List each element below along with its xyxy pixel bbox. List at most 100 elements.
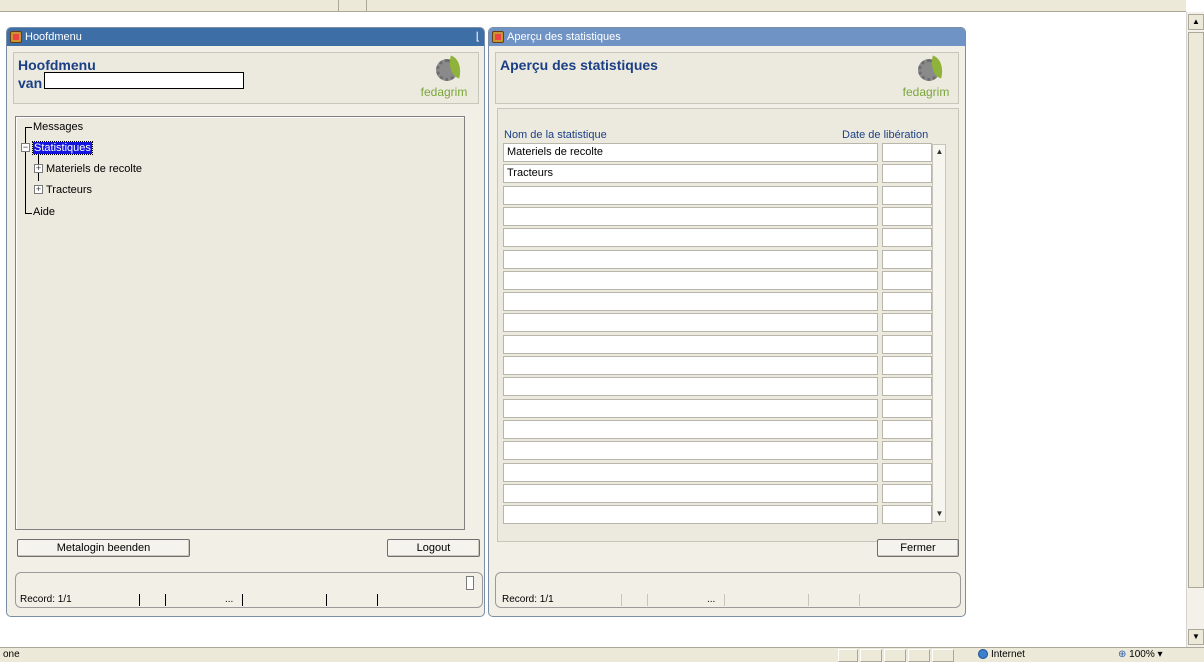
statistics-header: Aperçu des statistiques fedagrim bbox=[495, 52, 959, 104]
stat-name-cell[interactable] bbox=[503, 207, 878, 226]
page-scrollbar[interactable]: ▲ ▼ bbox=[1186, 12, 1204, 647]
stat-date-cell[interactable] bbox=[882, 313, 932, 332]
stat-date-cell[interactable] bbox=[882, 186, 932, 205]
strip-separator bbox=[366, 0, 367, 12]
status-cell bbox=[908, 649, 930, 662]
status-cell bbox=[932, 649, 954, 662]
stat-name-cell[interactable]: Tracteurs bbox=[503, 164, 878, 183]
app-icon bbox=[10, 31, 22, 43]
record-separator bbox=[165, 594, 166, 606]
stat-date-cell[interactable] bbox=[882, 250, 932, 269]
tree-line bbox=[25, 127, 26, 213]
strip-separator bbox=[338, 0, 339, 12]
stat-date-cell[interactable] bbox=[882, 143, 932, 162]
zoom-icon: ⊕ bbox=[1118, 649, 1127, 660]
tree-node-statistiques[interactable]: Statistiques bbox=[32, 141, 93, 155]
tree-node-aide[interactable]: Aide bbox=[33, 206, 55, 218]
scroll-up-icon[interactable]: ▲ bbox=[1188, 14, 1204, 30]
stat-date-cell[interactable] bbox=[882, 441, 932, 460]
menu-tree: Messages − Statistiques + Materiels de r… bbox=[15, 116, 465, 530]
stat-name-cell[interactable] bbox=[503, 335, 878, 354]
stat-name-cell[interactable] bbox=[503, 271, 878, 290]
stat-name-cell[interactable] bbox=[503, 463, 878, 482]
fedagrim-logo: fedagrim bbox=[414, 55, 474, 101]
record-field[interactable] bbox=[466, 576, 474, 590]
stat-date-cell[interactable] bbox=[882, 207, 932, 226]
zoom-level: 100% bbox=[1129, 649, 1155, 660]
stat-name-cell[interactable] bbox=[503, 356, 878, 375]
record-separator bbox=[647, 594, 648, 606]
stat-name-cell[interactable] bbox=[503, 484, 878, 503]
user-name-box bbox=[44, 72, 244, 89]
stat-date-cell[interactable] bbox=[882, 463, 932, 482]
tree-label: Materiels de recolte bbox=[46, 163, 142, 175]
stat-name-cell[interactable] bbox=[503, 250, 878, 269]
record-indicator: Record: 1/1 bbox=[20, 594, 72, 605]
metalogin-end-button[interactable]: Metalogin beenden bbox=[17, 539, 190, 557]
stat-date-cell[interactable] bbox=[882, 228, 932, 247]
scroll-up-icon[interactable]: ▲ bbox=[934, 146, 945, 158]
stat-name-cell[interactable]: Materiels de recolte bbox=[503, 143, 878, 162]
logout-button[interactable]: Logout bbox=[387, 539, 480, 557]
stat-name-cell[interactable] bbox=[503, 228, 878, 247]
tree-label: Aide bbox=[33, 206, 56, 218]
scroll-thumb[interactable] bbox=[1188, 32, 1204, 588]
scroll-down-icon[interactable]: ▼ bbox=[1188, 629, 1204, 645]
tree-node-tracteurs[interactable]: Tracteurs bbox=[46, 184, 92, 196]
zoom-control[interactable]: ⊕ 100% ▾ bbox=[1118, 649, 1163, 660]
stat-name-cell[interactable] bbox=[503, 186, 878, 205]
logo-text: fedagrim bbox=[420, 85, 468, 99]
expand-icon[interactable]: + bbox=[34, 185, 43, 194]
stat-date-cell[interactable] bbox=[882, 377, 932, 396]
menu-heading-van: van bbox=[18, 75, 43, 91]
hoofdmenu-titlebar[interactable]: Hoofdmenu ⌊ bbox=[7, 28, 484, 46]
window-title: Hoofdmenu bbox=[25, 31, 82, 43]
stat-date-cell[interactable] bbox=[882, 505, 932, 524]
stat-date-cell[interactable] bbox=[882, 356, 932, 375]
tree-label: Messages bbox=[33, 121, 84, 133]
minimize-icon[interactable]: ⌊ bbox=[476, 28, 480, 46]
stat-date-cell[interactable] bbox=[882, 399, 932, 418]
stat-name-cell[interactable] bbox=[503, 441, 878, 460]
fermer-button[interactable]: Fermer bbox=[877, 539, 959, 557]
record-separator bbox=[139, 594, 140, 606]
stat-date-cell[interactable] bbox=[882, 271, 932, 290]
stat-date-cell[interactable] bbox=[882, 164, 932, 183]
chevron-down-icon[interactable]: ▾ bbox=[1158, 649, 1163, 660]
stat-date-cell[interactable] bbox=[882, 292, 932, 311]
right-record-bar: Record: 1/1 ... bbox=[495, 572, 961, 608]
right-record-row: Record: 1/1 ... bbox=[502, 594, 956, 606]
tree-line bbox=[25, 213, 32, 214]
expand-icon[interactable]: + bbox=[34, 164, 43, 173]
collapse-icon[interactable]: − bbox=[21, 143, 30, 152]
record-dots: ... bbox=[707, 594, 716, 605]
record-indicator: Record: 1/1 bbox=[502, 594, 554, 605]
record-separator bbox=[724, 594, 725, 606]
column-header-name: Nom de la statistique bbox=[504, 129, 607, 141]
statistics-titlebar[interactable]: Aperçu des statistiques bbox=[489, 28, 965, 46]
record-separator bbox=[859, 594, 860, 606]
left-record-bar: Record: 1/1 ... bbox=[15, 572, 483, 608]
table-scrollbar[interactable]: ▲ ▼ bbox=[932, 144, 946, 522]
stat-name-cell[interactable] bbox=[503, 292, 878, 311]
tree-label: Statistiques bbox=[32, 141, 93, 155]
stat-date-cell[interactable] bbox=[882, 420, 932, 439]
stat-name-cell[interactable] bbox=[503, 313, 878, 332]
stat-date-cell[interactable] bbox=[882, 484, 932, 503]
tree-node-messages[interactable]: Messages bbox=[33, 121, 83, 133]
stat-name-cell[interactable] bbox=[503, 505, 878, 524]
status-cell bbox=[860, 649, 882, 662]
tree-node-materiels[interactable]: Materiels de recolte bbox=[46, 163, 142, 175]
statistics-window: Aperçu des statistiques Aperçu des stati… bbox=[488, 27, 966, 617]
globe-icon bbox=[978, 649, 988, 659]
stat-name-cell[interactable] bbox=[503, 377, 878, 396]
status-cell bbox=[838, 649, 858, 662]
tree-line bbox=[25, 127, 32, 128]
browser-top-strip bbox=[0, 0, 1186, 12]
scroll-down-icon[interactable]: ▼ bbox=[934, 508, 945, 520]
stat-name-cell[interactable] bbox=[503, 399, 878, 418]
status-cell bbox=[884, 649, 906, 662]
stat-name-cell[interactable] bbox=[503, 420, 878, 439]
stat-date-cell[interactable] bbox=[882, 335, 932, 354]
status-text: one bbox=[3, 649, 20, 660]
